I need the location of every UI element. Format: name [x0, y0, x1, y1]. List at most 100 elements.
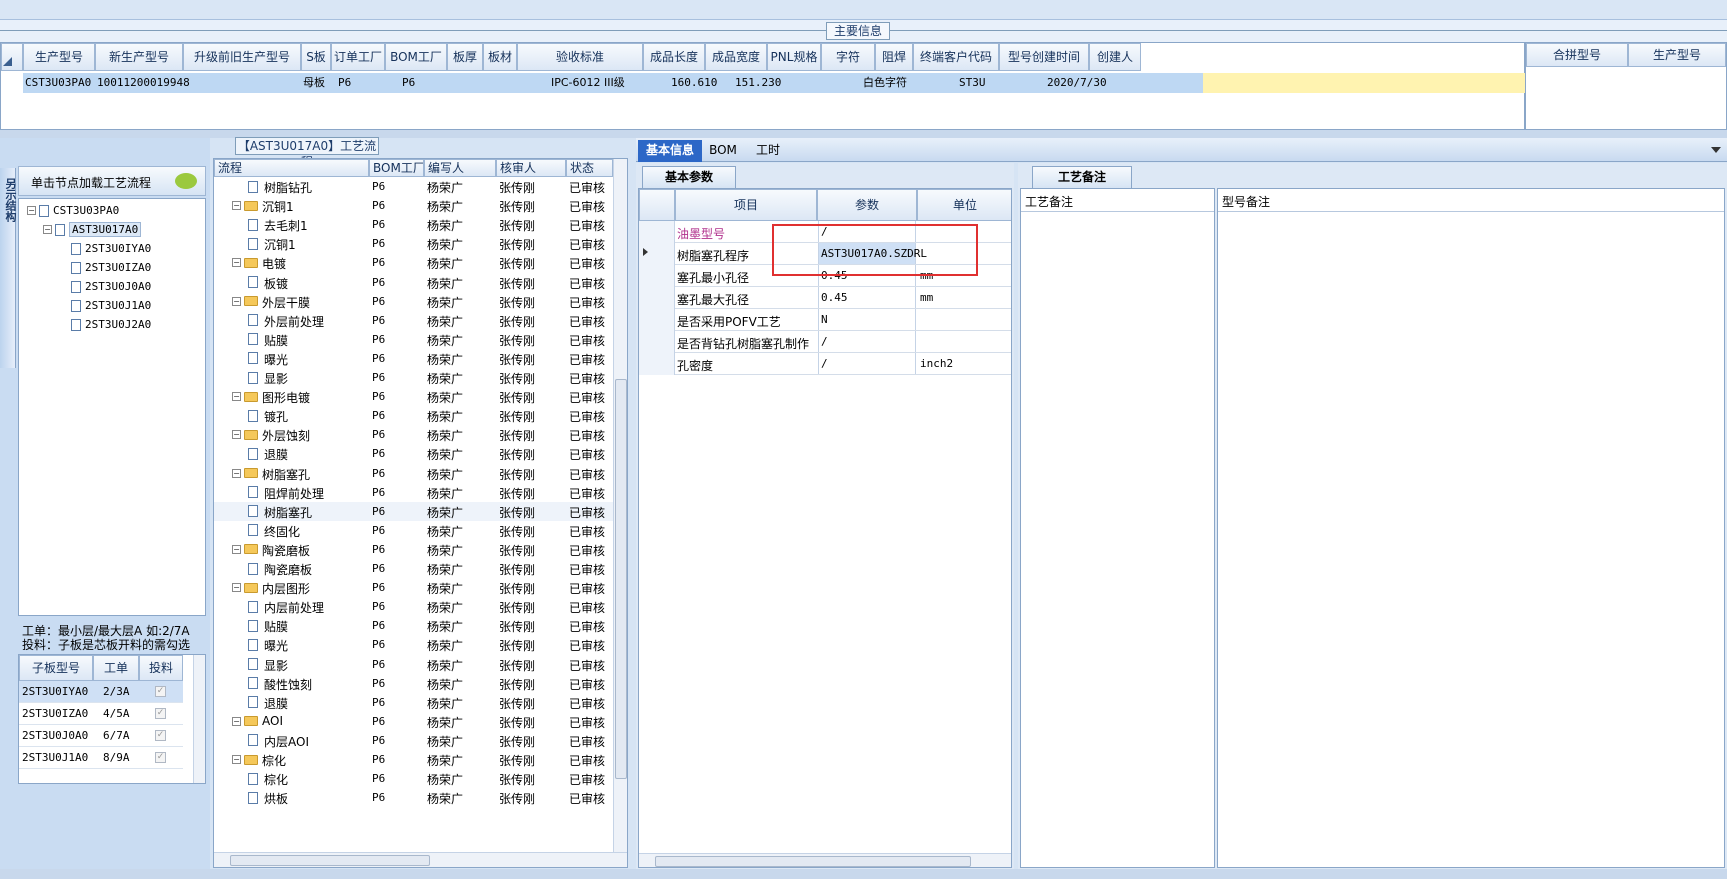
cell-order-factory[interactable]: P6 — [338, 73, 351, 93]
param-value[interactable]: N — [818, 309, 916, 330]
flow-v-scroll-thumb[interactable] — [615, 379, 627, 779]
params-h-scroll-thumb[interactable] — [655, 856, 971, 867]
feed-checkbox[interactable]: ✓ — [155, 752, 166, 763]
flow-row[interactable]: 酸性蚀刻 P6 杨荣广 张传刚 已审核 — [214, 674, 613, 693]
tab-basic-info[interactable]: 基本信息 — [638, 140, 702, 162]
flow-row[interactable]: 内层前处理 P6 杨荣广 张传刚 已审核 — [214, 597, 613, 616]
cell-width[interactable]: 151.230 — [735, 73, 781, 93]
hdr-sub-order[interactable]: 工单 — [93, 655, 139, 681]
flow-row[interactable]: 曝光 P6 杨荣广 张传刚 已审核 — [214, 349, 613, 368]
flow-row[interactable]: − 棕化 P6 杨荣广 张传刚 已审核 — [214, 750, 613, 769]
tree-node[interactable]: 2ST3U0J0A0 — [59, 277, 151, 296]
flow-hdr-4[interactable]: 状态 — [566, 159, 613, 177]
collapse-icon[interactable]: − — [232, 392, 241, 402]
tree-node[interactable]: 2ST3U0IZA0 — [59, 258, 151, 277]
hdr-unit[interactable]: 单位 — [917, 189, 1011, 221]
main-hdr-3[interactable]: S板 — [301, 43, 331, 71]
hdr-item[interactable]: 项目 — [675, 189, 817, 221]
hdr-merge-model[interactable]: 合拼型号 — [1526, 43, 1628, 67]
flow-row[interactable]: 烘板 P6 杨荣广 张传刚 已审核 — [214, 788, 613, 807]
flow-row[interactable]: 树脂塞孔 P6 杨荣广 张传刚 已审核 — [214, 501, 613, 521]
flow-row[interactable]: 棕化 P6 杨荣广 张传刚 已审核 — [214, 769, 613, 788]
flow-row[interactable]: − AOI P6 杨荣广 张传刚 已审核 — [214, 712, 613, 731]
main-hdr-8[interactable]: 验收标准 — [517, 43, 643, 71]
cell-char[interactable]: 白色字符 — [863, 73, 907, 93]
cell-bom-factory[interactable]: P6 — [402, 73, 415, 93]
param-row[interactable]: 是否采用POFV工艺 N — [639, 309, 1011, 331]
flow-row[interactable]: 终固化 P6 杨荣广 张传刚 已审核 — [214, 521, 613, 540]
collapse-icon[interactable]: − — [27, 206, 36, 215]
tab-bom[interactable]: BOM — [706, 140, 740, 162]
cell-newprod[interactable]: 10011200019948 — [97, 73, 190, 93]
flow-row[interactable]: − 图形电镀 P6 杨荣广 张传刚 已审核 — [214, 387, 613, 406]
flow-h-scrollbar[interactable] — [214, 852, 627, 867]
flow-row[interactable]: 镀孔 P6 杨荣广 张传刚 已审核 — [214, 406, 613, 425]
param-value[interactable]: / — [818, 331, 916, 352]
main-hdr-16[interactable]: 创建人 — [1089, 43, 1141, 71]
sub-row[interactable]: 2ST3U0J0A0 6/7A ✓ — [19, 725, 183, 747]
flow-h-scroll-thumb[interactable] — [230, 855, 430, 866]
params-h-scrollbar[interactable] — [639, 853, 1011, 867]
model-remarks-box[interactable]: 型号备注 — [1217, 188, 1725, 868]
param-row[interactable]: 孔密度 / inch2 — [639, 353, 1011, 375]
flow-row[interactable]: 阻焊前处理 P6 杨荣广 张传刚 已审核 — [214, 483, 613, 502]
main-hdr-4[interactable]: 订单工厂 — [331, 43, 385, 71]
main-info-label[interactable]: 主要信息 — [826, 22, 890, 40]
feed-checkbox[interactable]: ✓ — [155, 686, 166, 697]
main-hdr-15[interactable]: 型号创建时间 — [999, 43, 1089, 71]
flow-row[interactable]: − 外层蚀刻 P6 杨荣广 张传刚 已审核 — [214, 425, 613, 444]
hdr-sub-feed[interactable]: 投料 — [139, 655, 183, 681]
collapse-icon[interactable]: − — [232, 716, 241, 726]
flow-hdr-1[interactable]: BOM工厂 — [369, 159, 424, 177]
flow-row[interactable]: − 电镀 P6 杨荣广 张传刚 已审核 — [214, 253, 613, 272]
collapse-icon[interactable]: − — [232, 258, 241, 268]
cell-sboard[interactable]: 母板 — [303, 73, 325, 93]
param-row[interactable]: 塞孔最大孔径 0.45 mm — [639, 287, 1011, 309]
tab-process-remarks[interactable]: 工艺备注 — [1032, 166, 1132, 188]
tree-node[interactable]: − AST3U017A0 — [43, 220, 142, 239]
flow-row[interactable]: 树脂钻孔 P6 杨荣广 张传刚 已审核 — [214, 177, 613, 196]
collapse-icon[interactable]: − — [232, 430, 241, 440]
main-hdr-2[interactable]: 升级前旧生产型号 — [183, 43, 301, 71]
flow-row[interactable]: 沉铜1 P6 杨荣广 张传刚 已审核 — [214, 234, 613, 253]
flow-row[interactable]: − 陶瓷磨板 P6 杨荣广 张传刚 已审核 — [214, 540, 613, 559]
sub-row[interactable]: 2ST3U0J1A0 8/9A ✓ — [19, 747, 183, 769]
tree-node[interactable]: − CST3U03PA0 — [27, 201, 119, 220]
collapse-icon[interactable]: − — [232, 201, 241, 211]
main-hdr-9[interactable]: 成品长度 — [643, 43, 705, 71]
flow-row[interactable]: 显影 P6 杨荣广 张传刚 已审核 — [214, 655, 613, 674]
tree-node[interactable]: 2ST3U0IYA0 — [59, 239, 151, 258]
sub-grid-scrollbar[interactable] — [193, 655, 205, 783]
flow-row[interactable]: − 树脂塞孔 P6 杨荣广 张传刚 已审核 — [214, 464, 613, 483]
cell-length[interactable]: 160.610 — [671, 73, 717, 93]
flow-hdr-3[interactable]: 核审人 — [496, 159, 566, 177]
flow-row[interactable]: 贴膜 P6 杨荣广 张传刚 已审核 — [214, 330, 613, 349]
main-hdr-12[interactable]: 字符 — [821, 43, 875, 71]
flow-row[interactable]: 曝光 P6 杨荣广 张传刚 已审核 — [214, 635, 613, 654]
param-value[interactable]: / — [818, 353, 916, 374]
flow-row[interactable]: 贴膜 P6 杨荣广 张传刚 已审核 — [214, 616, 613, 635]
flow-row[interactable]: 陶瓷磨板 P6 杨荣广 张传刚 已审核 — [214, 559, 613, 578]
flow-row[interactable]: − 外层干膜 P6 杨荣广 张传刚 已审核 — [214, 292, 613, 311]
cell-created[interactable]: 2020/7/30 — [1047, 73, 1107, 93]
flow-row[interactable]: 退膜 P6 杨荣广 张传刚 已审核 — [214, 444, 613, 463]
main-hdr-14[interactable]: 终端客户代码 — [913, 43, 999, 71]
feed-checkbox[interactable]: ✓ — [155, 708, 166, 719]
param-row[interactable]: 是否背钻孔树脂塞孔制作 / — [639, 331, 1011, 353]
flow-row[interactable]: 去毛刺1 P6 杨荣广 张传刚 已审核 — [214, 215, 613, 234]
main-hdr-10[interactable]: 成品宽度 — [705, 43, 767, 71]
cell-prod[interactable]: CST3U03PA0 — [25, 73, 91, 93]
collapse-icon[interactable]: − — [232, 755, 241, 764]
flow-row[interactable]: 退膜 P6 杨荣广 张传刚 已审核 — [214, 693, 613, 712]
cell-cust[interactable]: ST3U — [959, 73, 986, 93]
flow-row[interactable]: 外层前处理 P6 杨荣广 张传刚 已审核 — [214, 311, 613, 330]
flow-row[interactable]: 显影 P6 杨荣广 张传刚 已审核 — [214, 368, 613, 387]
feed-checkbox[interactable]: ✓ — [155, 730, 166, 741]
hdr-param[interactable]: 参数 — [817, 189, 917, 221]
flow-row[interactable]: − 内层图形 P6 杨荣广 张传刚 已审核 — [214, 578, 613, 597]
collapse-icon[interactable]: − — [232, 583, 241, 593]
flow-row[interactable]: 板镀 P6 杨荣广 张传刚 已审核 — [214, 273, 613, 292]
sub-row[interactable]: 2ST3U0IYA0 2/3A ✓ — [19, 681, 183, 703]
flow-row[interactable]: 内层AOI P6 杨荣广 张传刚 已审核 — [214, 731, 613, 750]
main-hdr-5[interactable]: BOM工厂 — [385, 43, 447, 71]
